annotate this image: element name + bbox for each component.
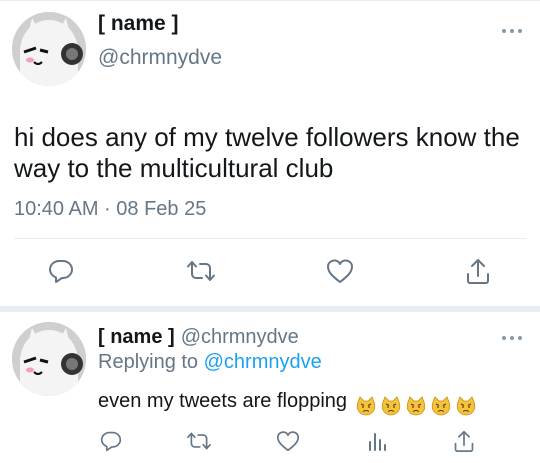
reply-icon[interactable] [48, 258, 74, 284]
share-icon[interactable] [453, 429, 475, 453]
reply-display-name[interactable]: [ name ] [98, 326, 175, 348]
pouting-cat-emoji [381, 396, 401, 416]
like-icon[interactable] [276, 430, 300, 452]
pouting-cat-emoji [356, 396, 376, 416]
avatar-image [12, 322, 86, 396]
avatar-image [12, 12, 86, 86]
reply-text: even my tweets are flopping [98, 390, 348, 412]
tweet-text: hi does any of my twelve followers know … [14, 122, 520, 183]
share-icon[interactable] [465, 257, 491, 285]
more-options-icon[interactable] [501, 27, 523, 35]
user-handle[interactable]: @chrmnydve [98, 46, 222, 70]
display-name[interactable]: [ name ] [98, 12, 179, 36]
top-divider [0, 0, 540, 1]
emoji-group [351, 394, 476, 417]
more-options-icon[interactable] [501, 334, 523, 342]
avatar[interactable] [12, 12, 86, 86]
analytics-icon[interactable] [366, 430, 388, 452]
main-tweet: [ name ] @chrmnydve hi does any of my tw… [0, 0, 540, 306]
reply-user-handle[interactable]: @chrmnydve [181, 326, 299, 348]
reply-text-row: even my tweets are flopping [98, 390, 476, 417]
replying-to-link[interactable]: @chrmnydve [204, 351, 322, 373]
retweet-icon[interactable] [186, 430, 212, 452]
pouting-cat-emoji [456, 396, 476, 416]
tweet-timestamp[interactable]: 10:40 AM · 08 Feb 25 [14, 198, 206, 221]
pouting-cat-emoji [431, 396, 451, 416]
like-icon[interactable] [326, 258, 354, 284]
retweet-icon[interactable] [186, 258, 216, 284]
reply-icon[interactable] [100, 430, 122, 452]
reply-header: [ name ] @chrmnydve [98, 326, 299, 349]
pouting-cat-emoji [406, 396, 426, 416]
reply-avatar[interactable] [12, 322, 86, 396]
replying-to-line: Replying to @chrmnydve [98, 351, 322, 374]
tweet-separator [0, 306, 540, 312]
replying-to-label: Replying to [98, 351, 199, 373]
tweet-divider [14, 238, 526, 239]
